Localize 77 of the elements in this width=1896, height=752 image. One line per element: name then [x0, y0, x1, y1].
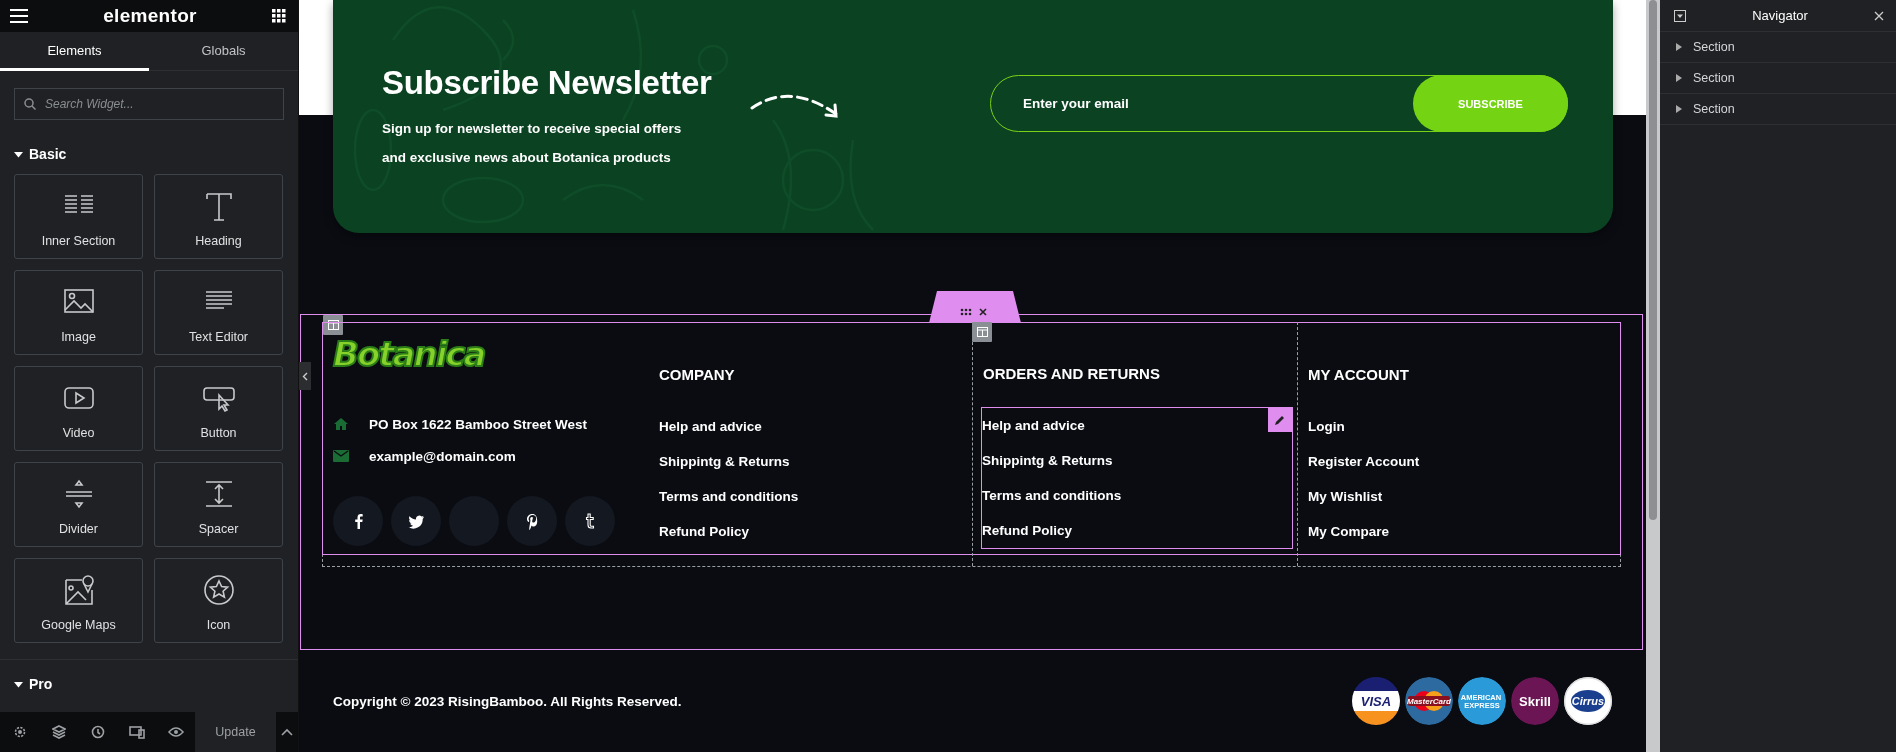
app-logo: elementor: [103, 5, 197, 27]
social-button[interactable]: [565, 496, 615, 546]
history-icon[interactable]: [90, 725, 105, 739]
panel-tab[interactable]: Globals: [149, 32, 298, 71]
column-heading: MY ACCOUNT: [1308, 365, 1410, 385]
widget-tile[interactable]: Text Editor: [154, 270, 283, 355]
navigator-item[interactable]: Section: [1660, 32, 1896, 63]
contact-text: example@domain.com: [369, 448, 516, 464]
footer-link[interactable]: Help and advice: [982, 408, 1085, 443]
navigator-title: Navigator: [1752, 8, 1808, 23]
category-toggle[interactable]: Basic: [14, 134, 284, 174]
search-field[interactable]: Search Widget...: [14, 88, 284, 120]
widget-tile[interactable]: Heading: [154, 174, 283, 259]
newsletter-title: Subscribe Newsletter: [382, 63, 713, 103]
caret-icon[interactable]: [14, 679, 23, 689]
selected-widget-outline[interactable]: Help and advice Shippintg & Returns Terms and conditions Refund Policy: [982, 408, 1292, 548]
home-icon: [333, 417, 349, 431]
column-handle-icon[interactable]: [972, 322, 992, 342]
footer-link[interactable]: Help and advice: [659, 409, 762, 444]
column-heading: COMPANY: [659, 365, 736, 385]
settings-icon[interactable]: [12, 725, 27, 739]
widget-tile[interactable]: Inner Section: [14, 174, 143, 259]
chevron-left-icon[interactable]: [302, 371, 308, 381]
social-button[interactable]: [333, 496, 383, 546]
collapse-icon[interactable]: [1674, 9, 1686, 22]
navigator-item[interactable]: Section: [1660, 63, 1896, 94]
footer-link[interactable]: Shippintg & Returns: [659, 444, 790, 479]
payment-logo: MasterCard: [1405, 677, 1453, 725]
chevron-up-icon[interactable]: [281, 728, 293, 736]
brand-logo: Botanica: [333, 333, 485, 376]
widget-tile[interactable]: Image: [14, 270, 143, 355]
caret-icon[interactable]: [1676, 105, 1682, 113]
category-toggle[interactable]: Pro: [14, 664, 284, 704]
section-handle[interactable]: [929, 291, 1021, 323]
footer-link[interactable]: Register Account: [1308, 444, 1420, 479]
twitter-icon: [407, 512, 425, 530]
payment-logo: Cirrus: [1564, 677, 1612, 725]
responsive-icon[interactable]: [128, 725, 145, 739]
navigator-item[interactable]: Section: [1660, 94, 1896, 125]
edit-icon[interactable]: [1268, 408, 1292, 432]
menu-icon[interactable]: [10, 9, 28, 23]
search-icon: [24, 98, 36, 110]
widget-tile[interactable]: Button: [154, 366, 283, 451]
widget-tile[interactable]: Icon: [154, 558, 283, 643]
social-button[interactable]: [507, 496, 557, 546]
envelope-icon: [333, 450, 349, 462]
eye-icon[interactable]: [167, 726, 184, 738]
column-handle-icon[interactable]: [323, 315, 343, 335]
widget-tile[interactable]: Spacer: [154, 462, 283, 547]
newsletter-description: Sign up for newsletter to receive special offers and exclusive news about Botanica products: [382, 120, 682, 167]
collapse-panel-button[interactable]: [299, 362, 311, 390]
widget-tile[interactable]: Google Maps: [14, 558, 143, 643]
footer-link[interactable]: Terms and conditions: [982, 478, 1122, 513]
caret-icon[interactable]: [1676, 74, 1682, 82]
footer-link[interactable]: Shippintg & Returns: [982, 443, 1113, 478]
footer-link[interactable]: My Wishlist: [1308, 479, 1383, 514]
apps-grid-icon[interactable]: [272, 9, 286, 23]
social-button[interactable]: [391, 496, 441, 546]
footer-link[interactable]: Terms and conditions: [659, 479, 799, 514]
caret-icon[interactable]: [14, 149, 23, 159]
update-button[interactable]: Update: [195, 712, 276, 752]
scrollbar[interactable]: [1646, 0, 1660, 752]
widget-tile[interactable]: Divider: [14, 462, 143, 547]
layers-icon[interactable]: [51, 725, 66, 739]
payment-logo: Skrill: [1511, 677, 1559, 725]
panel-tab[interactable]: Elements: [0, 32, 149, 71]
column-heading: ORDERS AND RETURNS: [983, 364, 1161, 384]
footer-link[interactable]: My Compare: [1308, 514, 1390, 549]
caret-icon[interactable]: [1676, 43, 1682, 51]
footer-link[interactable]: Refund Policy: [982, 513, 1072, 548]
copyright-text: Copyright © 2023 RisingBamboo. All Rights Reserved.: [333, 693, 682, 709]
footer-link[interactable]: Login: [1308, 409, 1345, 444]
close-icon[interactable]: [1874, 10, 1884, 21]
payment-logo: VISA: [1352, 677, 1400, 725]
footer-link[interactable]: Refund Policy: [659, 514, 749, 549]
widget-tile[interactable]: Video: [14, 366, 143, 451]
contact-text: PO Box 1622 Bamboo Street West: [369, 416, 588, 432]
